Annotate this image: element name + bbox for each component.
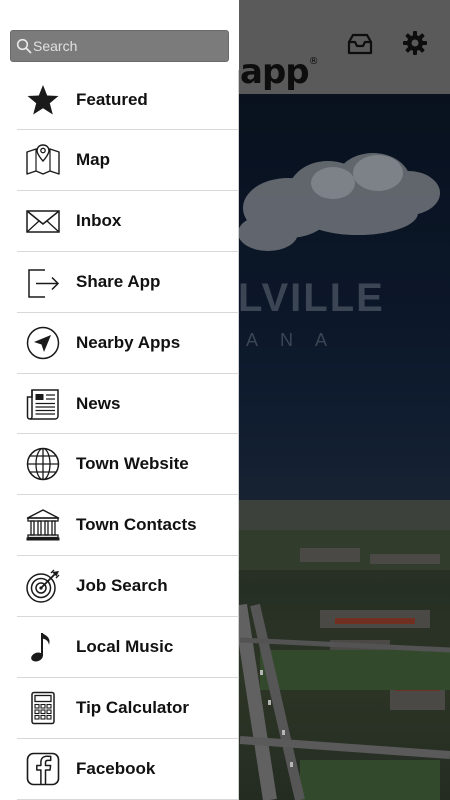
menu-item-label: Inbox [76,210,122,230]
search-icon [16,38,32,54]
menu-item-facebook[interactable]: Facebook [17,739,239,800]
menu-item-nearby-apps[interactable]: Nearby Apps [17,313,239,374]
menu-item-share-app[interactable]: Share App [17,252,239,313]
menu-item-label: Tip Calculator [76,697,190,717]
target-icon [25,568,61,604]
menu-item-town-website[interactable]: Town Website [17,434,239,496]
envelope-icon [25,203,61,239]
compass-arrow-icon [25,325,61,361]
menu-item-tip-calculator[interactable]: Tip Calculator [17,678,239,739]
search-input[interactable] [33,31,223,61]
menu-item-job-search[interactable]: Job Search [17,556,239,618]
menu-item-map[interactable]: Map [17,130,239,191]
menu-item-label: Local Music [76,637,174,657]
calculator-icon [25,690,61,726]
share-icon [25,264,61,300]
side-drawer: Featured Map Inbox [0,0,239,800]
menu-item-label: Job Search [76,576,168,596]
menu-item-label: Facebook [76,758,156,778]
menu-item-label: Share App [76,271,161,291]
facebook-icon [25,751,61,787]
menu-item-local-music[interactable]: Local Music [17,617,239,679]
menu-item-label: Town Website [76,454,189,474]
menu-item-label: Featured [76,89,148,109]
menu-item-town-contacts[interactable]: Town Contacts [17,495,239,557]
menu-item-featured[interactable]: Featured [17,70,239,130]
music-note-icon [25,629,61,665]
menu-list: Featured Map Inbox Share App Nearby Apps… [0,70,239,800]
map-icon [25,142,61,178]
search-bar [0,0,239,70]
globe-icon [25,446,61,482]
menu-item-inbox[interactable]: Inbox [17,191,239,252]
search-box[interactable] [10,30,229,62]
menu-item-news[interactable]: News [17,374,239,435]
menu-item-label: Nearby Apps [76,332,181,352]
building-icon [25,507,61,543]
menu-item-label: News [76,393,121,413]
menu-item-label: Town Contacts [76,515,197,535]
newspaper-icon [25,386,61,422]
menu-item-label: Map [76,149,110,169]
star-icon [25,82,61,118]
